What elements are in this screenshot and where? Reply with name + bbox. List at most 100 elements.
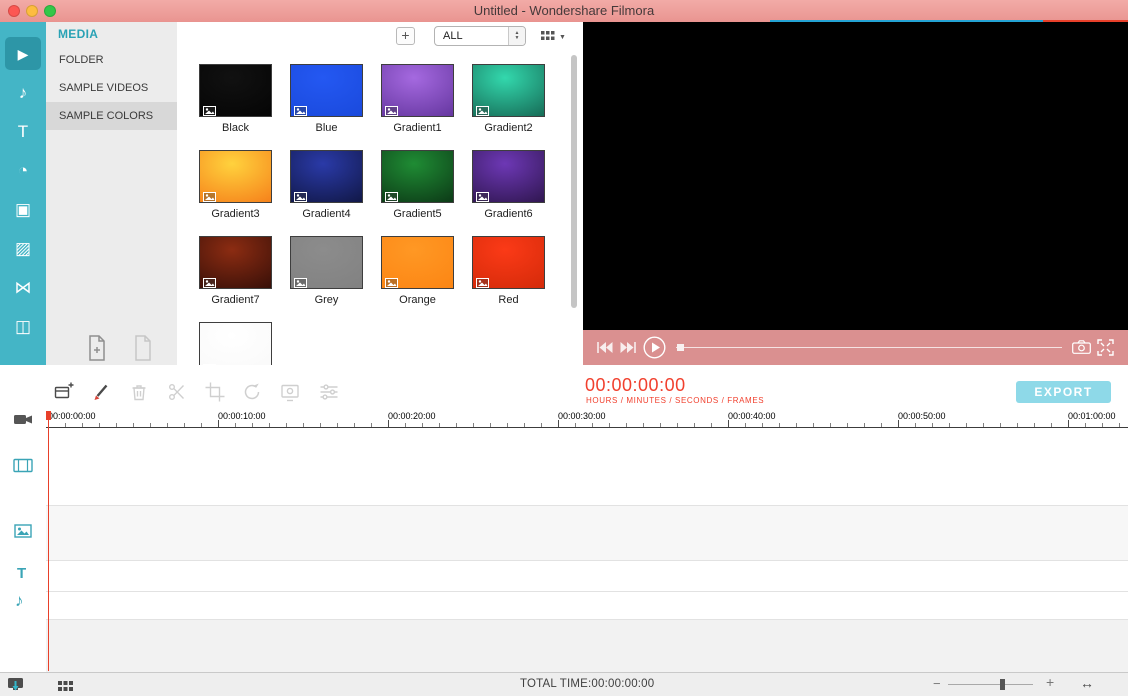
sidebar-item-list: FOLDER SAMPLE VIDEOS SAMPLE COLORS bbox=[46, 46, 177, 130]
swatch-orange[interactable]: Orange bbox=[381, 236, 454, 322]
text-titles-icon: T bbox=[18, 123, 28, 140]
media-filter-select[interactable]: ALL ▲▼ bbox=[434, 26, 526, 46]
swatch-blue[interactable]: Blue bbox=[290, 64, 363, 150]
capture-frame-icon[interactable] bbox=[280, 382, 300, 402]
swatch-label: Gradient1 bbox=[381, 122, 454, 134]
zoom-in-button[interactable]: + bbox=[1046, 674, 1054, 690]
image-icon bbox=[203, 103, 216, 113]
tool-split-screen[interactable]: ◫ bbox=[0, 307, 46, 346]
camcorder-icon bbox=[13, 412, 33, 431]
export-button[interactable]: EXPORT bbox=[1016, 381, 1111, 403]
delete-icon[interactable] bbox=[129, 382, 149, 402]
playhead-handle[interactable] bbox=[46, 411, 51, 420]
audio-icon: ♪ bbox=[19, 84, 28, 101]
zoom-slider-track[interactable] bbox=[948, 684, 1033, 685]
crop-icon[interactable] bbox=[205, 382, 225, 402]
advanced-tools-icon[interactable] bbox=[319, 382, 339, 402]
sidebar-item-sample-colors[interactable]: SAMPLE COLORS bbox=[46, 102, 177, 130]
swatch-black[interactable]: Black bbox=[199, 64, 272, 150]
image-icon bbox=[476, 189, 489, 199]
swatch-grey[interactable]: Grey bbox=[290, 236, 363, 322]
playback-slider-track[interactable] bbox=[676, 347, 1062, 348]
filters-icon: ◔ bbox=[18, 162, 28, 179]
image-icon bbox=[203, 275, 216, 285]
image-icon bbox=[476, 275, 489, 285]
ruler-label: 00:00:00:00 bbox=[48, 411, 96, 421]
record-voiceover-icon[interactable] bbox=[91, 382, 111, 402]
pip-track[interactable] bbox=[46, 506, 1128, 561]
swatch-label: Gradient4 bbox=[290, 208, 363, 220]
swatch-gradient7[interactable]: Gradient7 bbox=[199, 236, 272, 322]
tool-elements[interactable]: ▨ bbox=[0, 229, 46, 268]
timeline-empty-area bbox=[46, 620, 1128, 672]
media-scrollbar[interactable] bbox=[571, 55, 577, 308]
ruler-label: 00:00:10:00 bbox=[218, 411, 266, 421]
playhead-line bbox=[48, 420, 49, 671]
music-track-icon: ♪ bbox=[15, 591, 24, 611]
zoom-fit-button[interactable]: ↔ bbox=[1080, 675, 1094, 691]
ruler-label: 00:00:20:00 bbox=[388, 411, 436, 421]
tool-filters[interactable]: ◔ bbox=[0, 151, 46, 190]
chevron-down-icon: ▼ bbox=[559, 34, 566, 41]
text-track-icon: T bbox=[17, 565, 26, 582]
sidebar-item-sample-videos[interactable]: SAMPLE VIDEOS bbox=[46, 74, 177, 102]
track-manager-icon[interactable] bbox=[58, 679, 73, 696]
zoom-out-button[interactable]: − bbox=[933, 676, 941, 691]
ruler-label: 00:00:30:00 bbox=[558, 411, 606, 421]
swatch-gradient6[interactable]: Gradient6 bbox=[472, 150, 545, 236]
image-track-icon bbox=[14, 524, 32, 543]
select-stepper-icon: ▲▼ bbox=[508, 27, 525, 45]
zoom-slider-handle[interactable] bbox=[1000, 679, 1005, 690]
left-toolbar: ▶ ♪ T ◔ ▣ ▨ ⋈ ◫ bbox=[0, 22, 46, 365]
titlebar: Untitled - Wondershare Filmora bbox=[0, 0, 1128, 22]
swatch-label: Red bbox=[472, 294, 545, 306]
grid-view-icon bbox=[541, 28, 555, 46]
swatch-gradient2[interactable]: Gradient2 bbox=[472, 64, 545, 150]
ruler-major-ticks bbox=[48, 420, 1128, 427]
playback-slider-handle[interactable] bbox=[677, 344, 684, 351]
swatch-red[interactable]: Red bbox=[472, 236, 545, 322]
grid-view-button[interactable]: ▼ bbox=[541, 29, 575, 45]
fullscreen-icon[interactable] bbox=[1097, 339, 1114, 361]
play-button[interactable] bbox=[643, 336, 666, 364]
add-media-button[interactable]: + bbox=[396, 27, 415, 45]
rotate-icon[interactable] bbox=[242, 382, 262, 402]
swatch-label: Black bbox=[199, 122, 272, 134]
total-time-label: TOTAL TIME:00:00:00:00 bbox=[520, 678, 654, 690]
swatch-gradient5[interactable]: Gradient5 bbox=[381, 150, 454, 236]
swatch-partial[interactable] bbox=[199, 322, 272, 365]
ruler-label: 00:00:40:00 bbox=[728, 411, 776, 421]
swatch-label: Gradient5 bbox=[381, 208, 454, 220]
timeline-ruler[interactable]: 00:00:00:00 00:00:10:00 00:00:20:00 00:00:3… bbox=[46, 410, 1128, 428]
swatch-label: Gradient6 bbox=[472, 208, 545, 220]
image-icon bbox=[294, 189, 307, 199]
tool-transitions[interactable]: ⋈ bbox=[0, 268, 46, 307]
swatch-gradient1[interactable]: Gradient1 bbox=[381, 64, 454, 150]
video-track[interactable] bbox=[46, 428, 1128, 506]
swatch-gradient4[interactable]: Gradient4 bbox=[290, 150, 363, 236]
timecode-display: 00:00:00:00 bbox=[585, 375, 686, 396]
add-to-timeline-icon[interactable] bbox=[54, 382, 74, 402]
swatch-label: Gradient7 bbox=[199, 294, 272, 306]
snapshot-camera-icon[interactable] bbox=[1072, 340, 1091, 359]
tool-overlays[interactable]: ▣ bbox=[0, 190, 46, 229]
transitions-icon: ⋈ bbox=[15, 279, 32, 296]
text-track[interactable] bbox=[46, 561, 1128, 592]
tool-audio[interactable]: ♪ bbox=[0, 73, 46, 112]
sidebar-item-folder[interactable]: FOLDER bbox=[46, 46, 177, 74]
window-title: Untitled - Wondershare Filmora bbox=[0, 0, 1128, 22]
image-icon bbox=[385, 275, 398, 285]
split-scissors-icon[interactable] bbox=[167, 382, 187, 402]
swatch-label: Orange bbox=[381, 294, 454, 306]
music-track[interactable] bbox=[46, 592, 1128, 620]
import-file-icon[interactable] bbox=[87, 335, 107, 366]
ruler-label: 00:01:00:00 bbox=[1068, 411, 1116, 421]
skip-forward-icon[interactable] bbox=[620, 341, 637, 359]
image-icon bbox=[294, 103, 307, 113]
tool-text-titles[interactable]: T bbox=[0, 112, 46, 151]
swatch-gradient3[interactable]: Gradient3 bbox=[199, 150, 272, 236]
tool-media-library[interactable]: ▶ bbox=[0, 34, 46, 73]
blank-file-icon[interactable] bbox=[133, 335, 153, 366]
skip-to-start-icon[interactable] bbox=[596, 341, 613, 359]
update-download-icon[interactable] bbox=[7, 677, 24, 696]
